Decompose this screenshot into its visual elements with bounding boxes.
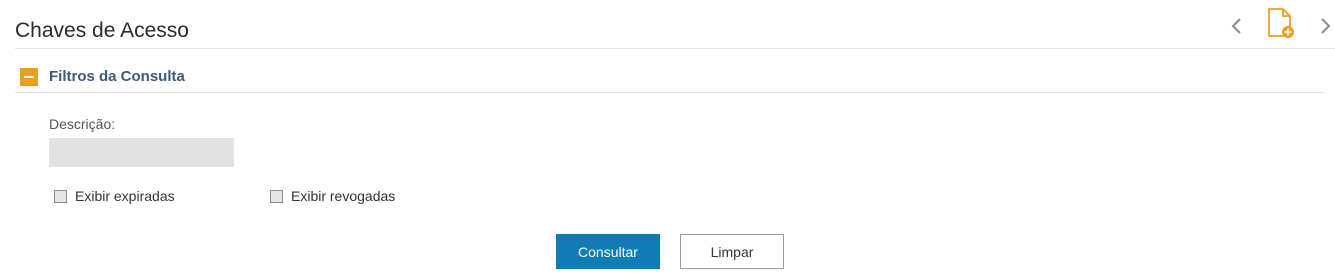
page: Chaves de Acesso Filtros da Consulta Des… xyxy=(0,0,1335,279)
chevron-left-icon[interactable] xyxy=(1226,13,1248,39)
description-label: Descrição: xyxy=(49,116,116,132)
description-input[interactable] xyxy=(49,138,234,167)
collapse-minus-icon[interactable] xyxy=(20,68,38,86)
clear-button[interactable]: Limpar xyxy=(680,234,784,269)
checkbox-box[interactable] xyxy=(270,189,283,203)
show-expired-label: Exibir expiradas xyxy=(75,188,175,204)
chevron-right-icon[interactable] xyxy=(1314,13,1335,39)
page-title: Chaves de Acesso xyxy=(15,19,189,42)
minus-glyph xyxy=(24,76,34,78)
new-document-icon[interactable] xyxy=(1266,8,1296,40)
show-revoked-label: Exibir revogadas xyxy=(291,188,396,204)
show-revoked-checkbox[interactable]: Exibir revogadas xyxy=(270,188,395,204)
header-divider xyxy=(15,48,1335,49)
show-expired-checkbox[interactable]: Exibir expiradas xyxy=(54,188,175,204)
consult-button[interactable]: Consultar xyxy=(556,234,660,269)
section-title[interactable]: Filtros da Consulta xyxy=(49,68,185,85)
checkbox-box[interactable] xyxy=(54,189,67,203)
section-divider xyxy=(15,92,1325,93)
